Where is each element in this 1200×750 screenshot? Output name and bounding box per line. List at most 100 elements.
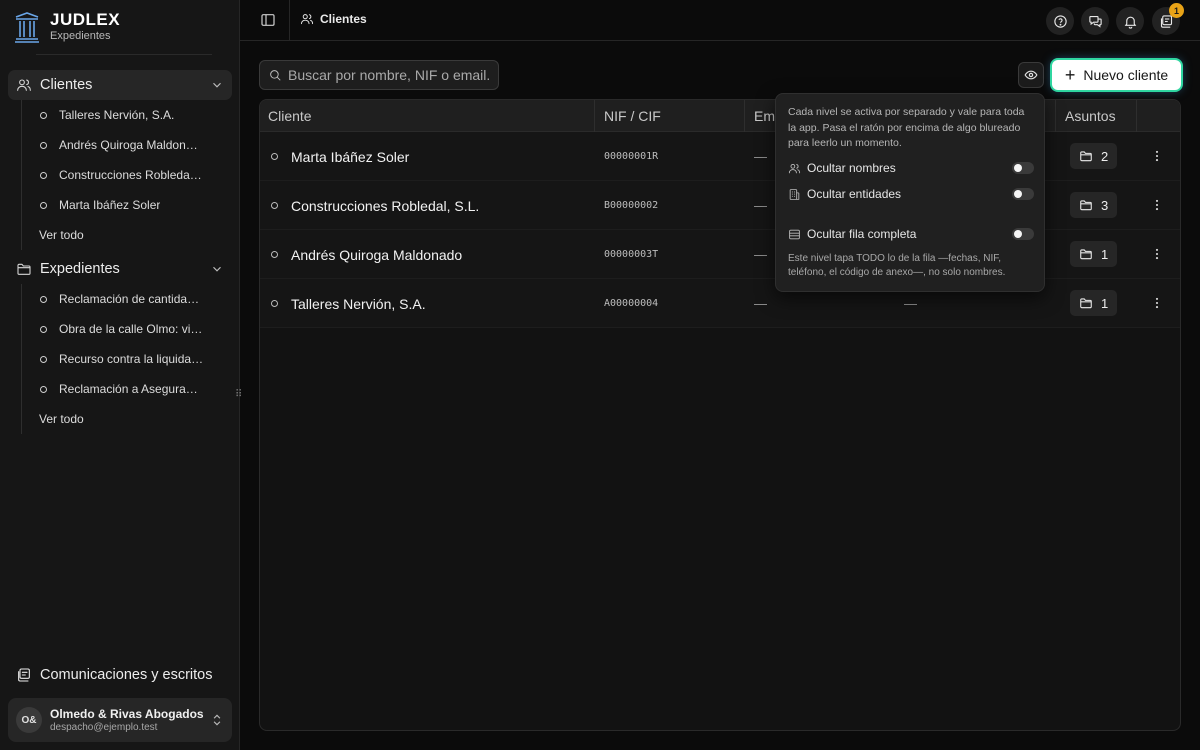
sidebar-resize-handle[interactable]: ⠿ [235, 389, 243, 403]
account-email: despacho@ejemplo.test [50, 721, 158, 733]
cases-count-button[interactable]: 1 [1070, 241, 1118, 267]
bullet-icon [40, 295, 47, 303]
users-icon [16, 77, 32, 93]
sidebar-item-label: Marta Ibáñez Soler [59, 198, 161, 212]
cases-count: 1 [1101, 246, 1109, 262]
email-cell: — [754, 149, 767, 164]
column-header-nif[interactable]: NIF / CIF [604, 100, 661, 132]
sidebar-case-item[interactable]: Reclamación a Aseguradora [22, 374, 231, 404]
cases-count-button[interactable]: 1 [1070, 290, 1118, 316]
breadcrumb: Clientes [300, 12, 367, 26]
nif-cell: 00000001R [604, 151, 659, 162]
bullet-icon [40, 355, 47, 363]
sidebar-toggle-icon[interactable] [260, 12, 276, 28]
bullet-icon [40, 171, 47, 179]
bullet-icon [271, 153, 278, 160]
topbar: Clientes 1 [240, 0, 1200, 41]
cases-count: 2 [1101, 148, 1109, 164]
client-name: Talleres Nervión, S.A. [291, 295, 426, 312]
email-cell: — [754, 198, 767, 213]
sidebar-group-label: Expedientes [40, 261, 120, 277]
search-box [259, 60, 499, 90]
divider [289, 0, 290, 41]
search-input[interactable] [288, 67, 493, 83]
client-name-cell[interactable]: Construcciones Robledal, S.L. [271, 181, 479, 230]
column-header-cliente[interactable]: Cliente [268, 100, 312, 132]
client-name-cell[interactable]: Andrés Quiroga Maldonado [271, 230, 462, 279]
help-button[interactable] [1046, 7, 1074, 35]
sidebar-item-label: Andrés Quiroga Maldonado [59, 138, 204, 152]
plus-icon: + [1064, 65, 1076, 85]
nif-cell: B00000002 [604, 200, 659, 211]
popover-note-text: Este nivel tapa TODO lo de la fila —fech… [788, 253, 1006, 278]
users-icon [300, 12, 314, 26]
hide-names-toggle[interactable] [1012, 162, 1034, 174]
new-client-button[interactable]: + Nuevo cliente [1052, 60, 1181, 90]
email-cell: — [754, 247, 767, 262]
sidebar-client-item[interactable]: Marta Ibáñez Soler [22, 190, 231, 220]
bullet-icon [271, 202, 278, 209]
search-icon [268, 68, 282, 82]
column-divider [1055, 100, 1056, 132]
nif-cell: A00000004 [604, 298, 659, 309]
client-name-cell[interactable]: Talleres Nervión, S.A. [271, 279, 426, 328]
bullet-icon [40, 201, 47, 209]
chat-bubbles-icon [1088, 14, 1103, 29]
folder-icon [16, 261, 32, 277]
hide-full-row-toggle[interactable] [1012, 228, 1034, 240]
brand[interactable]: JUDLEX Expedientes [14, 11, 120, 43]
sidebar-case-item[interactable]: Obra de la calle Olmo: vicios ocultos [22, 314, 231, 344]
row-actions-menu-icon[interactable] [1150, 296, 1164, 310]
sidebar-group-clientes[interactable]: Clientes [8, 70, 232, 100]
column-divider [1136, 100, 1137, 132]
account-switcher[interactable]: O& Olmedo & Rivas Abogados despacho@ejem… [8, 698, 232, 742]
sidebar-item-label: Obra de la calle Olmo: vicios ocultos [59, 322, 204, 336]
bullet-icon [40, 325, 47, 333]
sidebar-item-label: Recurso contra la liquidación [59, 352, 204, 366]
hide-names-option[interactable]: Ocultar nombres [788, 159, 1034, 177]
inbox-button[interactable]: 1 [1152, 3, 1184, 35]
privacy-popover: Cada nivel se activa por separado y vale… [775, 93, 1045, 292]
row-actions-menu-icon[interactable] [1150, 198, 1164, 212]
folder-icon [1079, 198, 1093, 212]
hide-entities-option[interactable]: Ocultar entidades [788, 185, 1034, 203]
bullet-icon [271, 300, 278, 307]
sidebar-group-expedientes[interactable]: Expedientes [8, 254, 232, 284]
option-label: Ocultar fila completa [807, 227, 917, 241]
client-name-cell[interactable]: Marta Ibáñez Soler [271, 132, 409, 181]
cases-count: 3 [1101, 197, 1109, 213]
popover-intro-text: Cada nivel se activa por separado y vale… [788, 106, 1025, 149]
avatar: O& [16, 707, 42, 733]
bell-icon [1123, 14, 1138, 29]
see-all-clients-link[interactable]: Ver todo [22, 220, 231, 250]
row-actions-menu-icon[interactable] [1150, 247, 1164, 261]
bullet-icon [40, 385, 47, 393]
folder-icon [1079, 149, 1093, 163]
documents-stack-icon [16, 667, 32, 683]
sidebar-client-item[interactable]: Talleres Nervión, S.A. [22, 100, 231, 130]
sidebar-item-label: Construcciones Robledal, S.L. [59, 168, 204, 182]
messages-button[interactable] [1081, 7, 1109, 35]
notifications-button[interactable] [1116, 7, 1144, 35]
column-header-asuntos[interactable]: Asuntos [1065, 100, 1116, 132]
columns-logo-icon [14, 11, 40, 43]
sidebar-item-label: Talleres Nervión, S.A. [59, 108, 175, 122]
see-all-cases-link[interactable]: Ver todo [22, 404, 231, 434]
eye-icon [1024, 68, 1038, 82]
sidebar-case-item[interactable]: Recurso contra la liquidación [22, 344, 231, 374]
cases-count-button[interactable]: 3 [1070, 192, 1118, 218]
chevrons-up-down-icon [210, 713, 224, 727]
cases-count-button[interactable]: 2 [1070, 143, 1118, 169]
hide-entities-toggle[interactable] [1012, 188, 1034, 200]
hide-full-row-option[interactable]: Ocultar fila completa [788, 225, 1034, 243]
email-cell: — [754, 296, 767, 311]
row-actions-menu-icon[interactable] [1150, 149, 1164, 163]
privacy-toggle-button[interactable] [1018, 62, 1044, 88]
sidebar-client-item[interactable]: Andrés Quiroga Maldonado [22, 130, 231, 160]
cases-count: 1 [1101, 295, 1109, 311]
sidebar-item-comunicaciones[interactable]: Comunicaciones y escritos [8, 660, 232, 690]
sidebar-client-item[interactable]: Construcciones Robledal, S.L. [22, 160, 231, 190]
sidebar-item-label: Reclamación de cantidad por impago [59, 292, 204, 306]
divider [36, 54, 212, 55]
sidebar-case-item[interactable]: Reclamación de cantidad por impago [22, 284, 231, 314]
